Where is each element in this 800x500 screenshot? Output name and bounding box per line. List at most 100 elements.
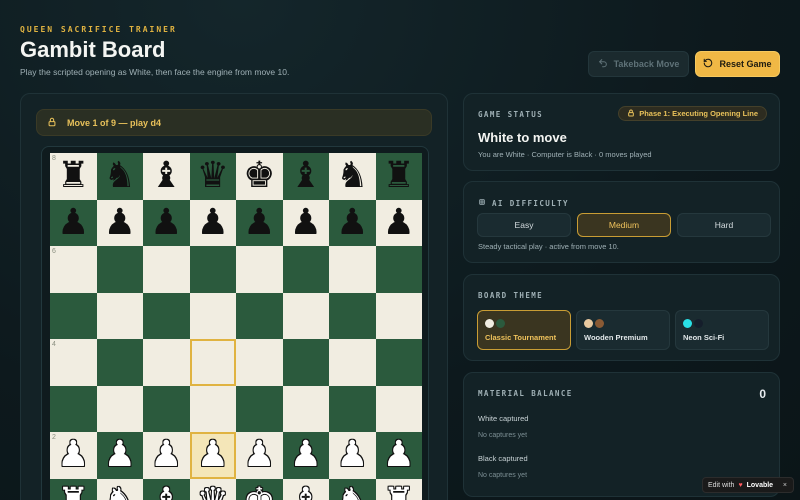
square-a1[interactable]: ♜ [50,478,97,500]
edit-with-lovable-badge[interactable]: Edit with ♥ Lovable × [702,477,794,493]
square-d1[interactable]: ♛ [189,478,236,500]
black-pawn-icon[interactable]: ♟ [290,204,322,241]
white-pawn-icon[interactable]: ♟ [197,437,229,473]
white-rook-icon[interactable]: ♜ [383,483,415,500]
square-e5[interactable] [236,292,283,339]
square-h2[interactable]: ♟ [375,432,422,479]
black-pawn-icon[interactable]: ♟ [383,204,415,241]
difficulty-easy-button[interactable]: Easy [477,213,571,237]
difficulty-medium-button[interactable]: Medium [577,213,671,237]
square-c8[interactable]: ♝ [143,153,190,200]
square-a6[interactable]: 6 [50,246,97,293]
square-f7[interactable]: ♟ [282,199,329,246]
white-pawn-icon[interactable]: ♟ [104,437,136,473]
square-d8[interactable]: ♛ [189,153,236,200]
square-h5[interactable] [375,292,422,339]
square-b5[interactable] [96,292,143,339]
square-f1[interactable]: ♝ [282,478,329,500]
square-a2[interactable]: 2 ♟ [50,432,97,479]
square-a8[interactable]: 8 ♜ [50,153,97,200]
black-king-icon[interactable]: ♚ [243,158,275,194]
square-a4[interactable]: 4 [50,339,97,386]
black-rook-icon[interactable]: ♜ [383,158,415,194]
square-h1[interactable]: ♜ [375,478,422,500]
square-b8[interactable]: ♞ [96,153,143,200]
square-d5[interactable] [189,292,236,339]
square-c1[interactable]: ♝ [143,478,190,500]
square-b1[interactable]: ♞ [96,478,143,500]
white-bishop-icon[interactable]: ♝ [290,483,322,500]
square-c4[interactable] [143,339,190,386]
square-f8[interactable]: ♝ [282,153,329,200]
theme-option-classic-tournament[interactable]: Classic Tournament [477,310,571,350]
white-knight-icon[interactable]: ♞ [104,483,136,500]
square-g4[interactable] [329,339,376,386]
square-d6[interactable] [189,246,236,293]
white-pawn-icon[interactable]: ♟ [57,437,89,473]
square-g6[interactable] [329,246,376,293]
white-king-icon[interactable]: ♚ [243,483,275,500]
square-a7[interactable]: ♟ [50,199,97,246]
close-icon[interactable]: × [783,482,787,489]
square-e6[interactable] [236,246,283,293]
white-pawn-icon[interactable]: ♟ [150,437,182,473]
white-pawn-icon[interactable]: ♟ [243,437,275,473]
white-rook-icon[interactable]: ♜ [57,483,89,500]
black-knight-icon[interactable]: ♞ [336,158,368,194]
square-b3[interactable] [96,385,143,432]
square-g5[interactable] [329,292,376,339]
white-queen-icon[interactable]: ♛ [197,483,229,500]
square-h7[interactable]: ♟ [375,199,422,246]
square-g1[interactable]: ♞ [329,478,376,500]
square-h4[interactable] [375,339,422,386]
black-pawn-icon[interactable]: ♟ [150,204,182,241]
square-g2[interactable]: ♟ [329,432,376,479]
square-e3[interactable] [236,385,283,432]
square-c2[interactable]: ♟ [143,432,190,479]
square-h6[interactable] [375,246,422,293]
black-pawn-icon[interactable]: ♟ [243,204,275,241]
reset-game-button[interactable]: Reset Game [695,51,780,77]
white-bishop-icon[interactable]: ♝ [150,483,182,500]
square-b7[interactable]: ♟ [96,199,143,246]
black-pawn-icon[interactable]: ♟ [104,204,136,241]
theme-option-neon-sci-fi[interactable]: Neon Sci-Fi [675,310,769,350]
square-g8[interactable]: ♞ [329,153,376,200]
square-h3[interactable] [375,385,422,432]
white-pawn-icon[interactable]: ♟ [336,437,368,473]
black-bishop-icon[interactable]: ♝ [290,158,322,194]
black-pawn-icon[interactable]: ♟ [336,204,368,241]
square-e4[interactable] [236,339,283,386]
square-d4[interactable] [189,339,236,386]
square-a5[interactable] [50,292,97,339]
square-a3[interactable] [50,385,97,432]
square-c5[interactable] [143,292,190,339]
square-c7[interactable]: ♟ [143,199,190,246]
square-e1[interactable]: ♚ [236,478,283,500]
square-b2[interactable]: ♟ [96,432,143,479]
black-pawn-icon[interactable]: ♟ [57,204,89,241]
takeback-button[interactable]: Takeback Move [588,51,689,77]
square-f4[interactable] [282,339,329,386]
square-g7[interactable]: ♟ [329,199,376,246]
square-f5[interactable] [282,292,329,339]
square-d2[interactable]: ♟ [189,432,236,479]
theme-option-wooden-premium[interactable]: Wooden Premium [576,310,670,350]
square-b4[interactable] [96,339,143,386]
square-e2[interactable]: ♟ [236,432,283,479]
square-h8[interactable]: ♜ [375,153,422,200]
white-knight-icon[interactable]: ♞ [336,483,368,500]
square-e7[interactable]: ♟ [236,199,283,246]
white-pawn-icon[interactable]: ♟ [383,437,415,473]
square-d7[interactable]: ♟ [189,199,236,246]
square-g3[interactable] [329,385,376,432]
square-d3[interactable] [189,385,236,432]
difficulty-hard-button[interactable]: Hard [677,213,771,237]
white-pawn-icon[interactable]: ♟ [290,437,322,473]
black-knight-icon[interactable]: ♞ [104,158,136,194]
square-c6[interactable] [143,246,190,293]
square-e8[interactable]: ♚ [236,153,283,200]
square-b6[interactable] [96,246,143,293]
black-queen-icon[interactable]: ♛ [197,158,229,194]
chess-board[interactable]: 8♜♞♝♛♚♝♞♜♟♟♟♟♟♟♟♟642♟♟♟♟♟♟♟♟♜♞♝♛♚♝♞♜ [50,153,422,500]
